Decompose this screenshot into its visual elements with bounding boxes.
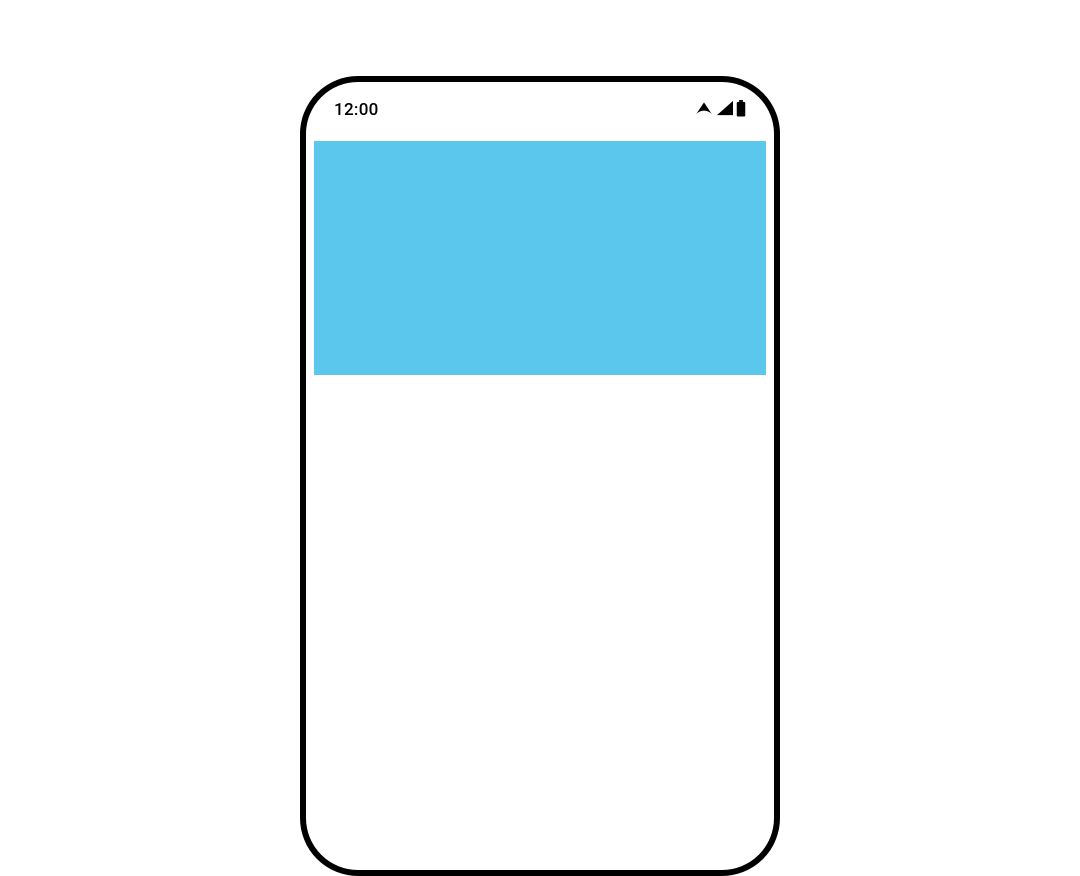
banner-block [314, 141, 766, 375]
status-icons-group [694, 100, 746, 121]
wifi-icon [694, 100, 714, 120]
app-content-area [306, 126, 774, 375]
battery-icon [736, 100, 746, 121]
status-bar: 12:00 [306, 82, 774, 126]
phone-device-frame: 12:00 [300, 76, 780, 876]
signal-icon [716, 100, 734, 120]
status-time: 12:00 [334, 100, 379, 120]
